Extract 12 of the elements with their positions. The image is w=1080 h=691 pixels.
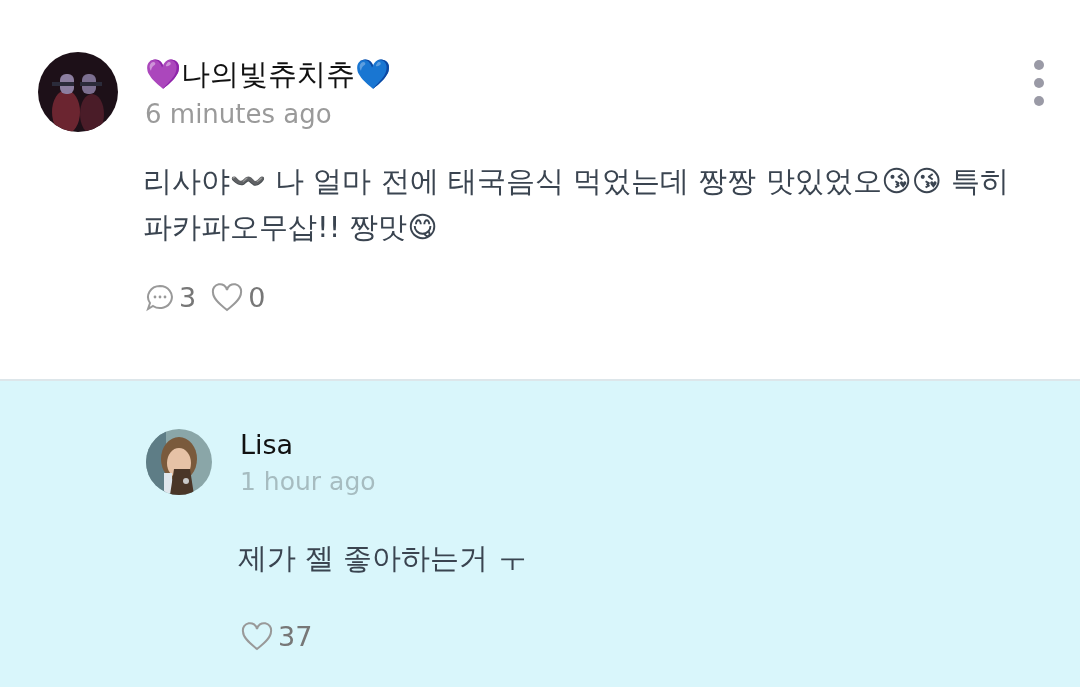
- like-count: 0: [248, 282, 266, 313]
- like-count: 37: [278, 621, 313, 652]
- username[interactable]: Lisa: [240, 426, 1020, 464]
- comment-text: 제가 젤 좋아하는거 ㅜ: [238, 540, 528, 577]
- comment-text: 리사야〰 나 얼마 전에 태국음식 먹었는데 짱짱 맛있었오😘😘 특히 파카파오무삽!! 짱맛😋: [143, 163, 1011, 246]
- heart-icon[interactable]: [240, 621, 274, 652]
- reply-count: 3: [179, 282, 197, 313]
- heart-icon[interactable]: [210, 282, 245, 313]
- comment-icon[interactable]: [145, 282, 175, 313]
- timestamp: 1 hour ago: [240, 466, 377, 498]
- timestamp: 6 minutes ago: [145, 98, 333, 131]
- username[interactable]: 💜나의빛츄치츄💙: [145, 52, 1003, 96]
